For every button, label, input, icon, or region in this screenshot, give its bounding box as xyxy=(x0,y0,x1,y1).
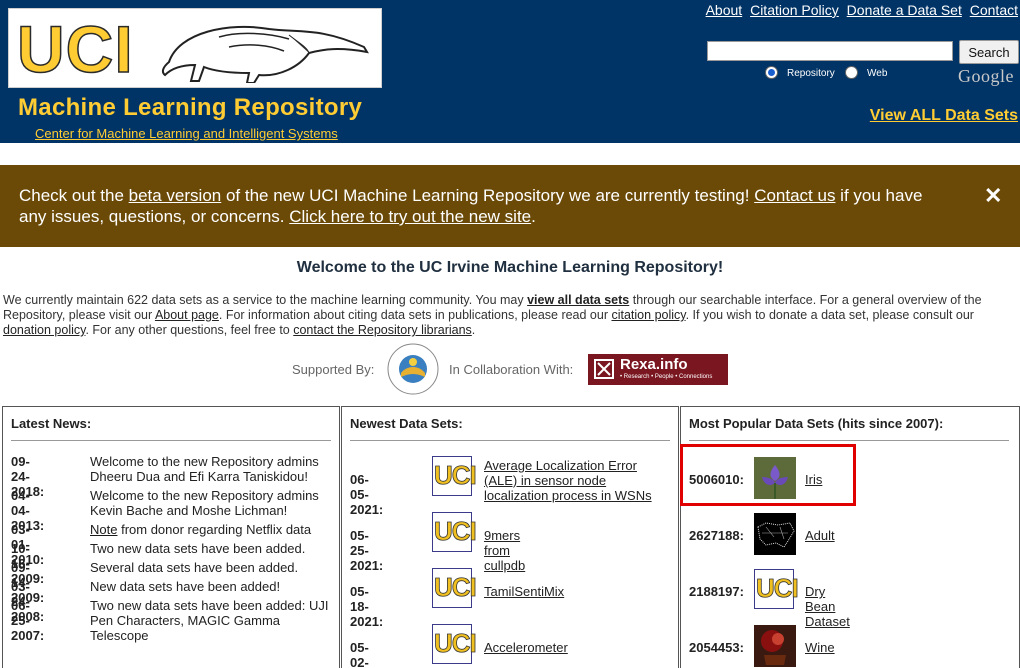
radio-web-label: Web xyxy=(867,68,888,79)
news-text: Two new data sets have been added: UJI P… xyxy=(90,598,329,643)
latest-news-panel: Latest News: 09-24-2018: Welcome to the … xyxy=(2,406,340,668)
news-text: Two new data sets have been added. xyxy=(90,541,306,556)
rexa-name: Rexa.info xyxy=(620,356,688,373)
dataset-hits: 2054453: xyxy=(689,640,744,655)
netflix-note-link[interactable]: Note xyxy=(90,522,117,537)
welcome-heading: Welcome to the UC Irvine Machine Learnin… xyxy=(296,259,724,276)
uci-thumbnail[interactable]: UCI xyxy=(754,569,799,609)
dataset-link[interactable]: TamilSentiMix xyxy=(484,584,564,599)
uci-thumbnail[interactable]: UCI xyxy=(432,568,477,608)
uci-thumb-text: UCI xyxy=(756,573,800,604)
uci-logo[interactable]: UCI xyxy=(8,8,382,88)
citation-policy-link[interactable]: Citation Policy xyxy=(750,2,839,18)
nsf-seal-icon[interactable] xyxy=(387,343,439,395)
search-input[interactable] xyxy=(707,41,953,61)
uci-thumb-text: UCI xyxy=(434,460,478,491)
newest-datasets-panel: Newest Data Sets: 06-05-2021: UCI Averag… xyxy=(341,406,679,668)
latest-news-title: Latest News: xyxy=(11,416,92,431)
banner-text-4: . xyxy=(531,207,536,226)
uci-thumbnail[interactable]: UCI xyxy=(432,512,477,552)
search-button[interactable]: Search xyxy=(959,40,1019,64)
dataset-date: 05-25-2021: xyxy=(350,528,384,573)
dataset-link[interactable]: Dry Bean Dataset xyxy=(805,584,850,629)
donate-link[interactable]: Donate a Data Set xyxy=(847,2,962,18)
banner-text-1: Check out the xyxy=(19,186,129,205)
divider xyxy=(350,440,670,441)
intro-paragraph: We currently maintain 622 data sets as a… xyxy=(3,293,1015,338)
supported-by-label: Supported By: xyxy=(292,362,375,377)
dataset-link[interactable]: Average Localization Error (ALE) in sens… xyxy=(484,458,669,503)
intro-text-4: . If you wish to donate a data set, plea… xyxy=(685,308,974,322)
about-page-link[interactable]: About page xyxy=(155,308,219,322)
news-text: Welcome to the new Repository admins Kev… xyxy=(90,488,319,518)
uci-thumbnail[interactable]: UCI xyxy=(432,456,477,496)
uci-thumb-text: UCI xyxy=(434,516,478,547)
popular-datasets-title: Most Popular Data Sets (hits since 2007)… xyxy=(689,416,944,431)
banner-text-2: of the new UCI Machine Learning Reposito… xyxy=(221,186,755,205)
dataset-date: 06-05-2021: xyxy=(350,472,384,517)
news-text: Several data sets have been added. xyxy=(90,560,299,575)
dataset-hits: 2188197: xyxy=(689,584,744,599)
dataset-link[interactable]: Adult xyxy=(805,528,835,543)
radio-repository-label: Repository xyxy=(787,68,835,79)
collaboration-label: In Collaboration With: xyxy=(449,362,574,377)
iris-highlight-box xyxy=(680,444,856,506)
google-logo: Google xyxy=(958,66,1014,86)
rexa-tagline: • Research • People • Connections xyxy=(620,374,713,380)
try-new-site-link[interactable]: Click here to try out the new site xyxy=(289,207,531,226)
uci-thumbnail[interactable]: UCI xyxy=(432,624,477,664)
divider xyxy=(11,440,331,441)
contact-librarians-link[interactable]: contact the Repository librarians xyxy=(293,323,472,337)
beta-version-link[interactable]: beta version xyxy=(129,186,222,205)
rexa-logo[interactable]: Rexa.info • Research • People • Connecti… xyxy=(588,354,728,385)
wine-glass-icon[interactable] xyxy=(754,625,796,667)
dataset-date: 05-18-2021: xyxy=(350,584,384,629)
news-text: New data sets have been added! xyxy=(90,579,281,594)
radio-repository[interactable] xyxy=(765,66,778,79)
uci-thumb-text: UCI xyxy=(434,572,478,603)
radio-web[interactable] xyxy=(845,66,858,79)
donation-policy-link[interactable]: donation policy xyxy=(3,323,85,337)
intro-text-5: . For any other questions, feel free to xyxy=(85,323,294,337)
contact-us-link[interactable]: Contact us xyxy=(754,186,835,205)
dataset-date: 05-02-2021: xyxy=(350,640,369,668)
dataset-link[interactable]: Wine xyxy=(805,640,835,655)
beta-banner: Check out the beta version of the new UC… xyxy=(0,165,1020,247)
news-text: Note from donor regarding Netflix data xyxy=(90,522,335,537)
divider xyxy=(689,440,1009,441)
newest-datasets-title: Newest Data Sets: xyxy=(350,416,463,431)
news-date: 06-25-2007: xyxy=(11,598,45,643)
citation-policy-inline-link[interactable]: citation policy xyxy=(611,308,685,322)
dataset-hits: 2627188: xyxy=(689,528,744,543)
banner-message: Check out the beta version of the new UC… xyxy=(19,185,949,227)
uci-thumb-text: UCI xyxy=(434,628,478,659)
site-header: UCI Machine Learning Repository Center f… xyxy=(0,0,1020,143)
contact-link[interactable]: Contact xyxy=(970,2,1018,18)
site-title: Machine Learning Repository xyxy=(18,94,363,121)
news-text-tail: from donor regarding Netflix data xyxy=(117,522,312,537)
top-nav: About Citation Policy Donate a Data Set … xyxy=(702,2,1018,18)
view-all-data-sets-link[interactable]: view all data sets xyxy=(527,293,629,307)
close-icon[interactable]: ✕ xyxy=(984,183,1002,209)
dataset-link[interactable]: 9mers from cullpdb xyxy=(484,528,525,573)
intro-text-1: We currently maintain 622 data sets as a… xyxy=(3,293,528,307)
us-map-icon[interactable] xyxy=(754,513,796,555)
intro-text-6: . xyxy=(471,323,476,337)
news-text: Welcome to the new Repository admins Dhe… xyxy=(90,454,319,484)
uci-logo-text: UCI xyxy=(16,11,134,87)
dataset-link[interactable]: Accelerometer xyxy=(484,640,568,655)
center-link[interactable]: Center for Machine Learning and Intellig… xyxy=(35,126,338,141)
intro-text-3: . For information about citing data sets… xyxy=(218,308,612,322)
view-all-datasets-link[interactable]: View ALL Data Sets xyxy=(870,107,1018,125)
about-link[interactable]: About xyxy=(706,2,743,18)
rexa-icon xyxy=(594,359,614,379)
anteater-icon xyxy=(161,25,369,83)
